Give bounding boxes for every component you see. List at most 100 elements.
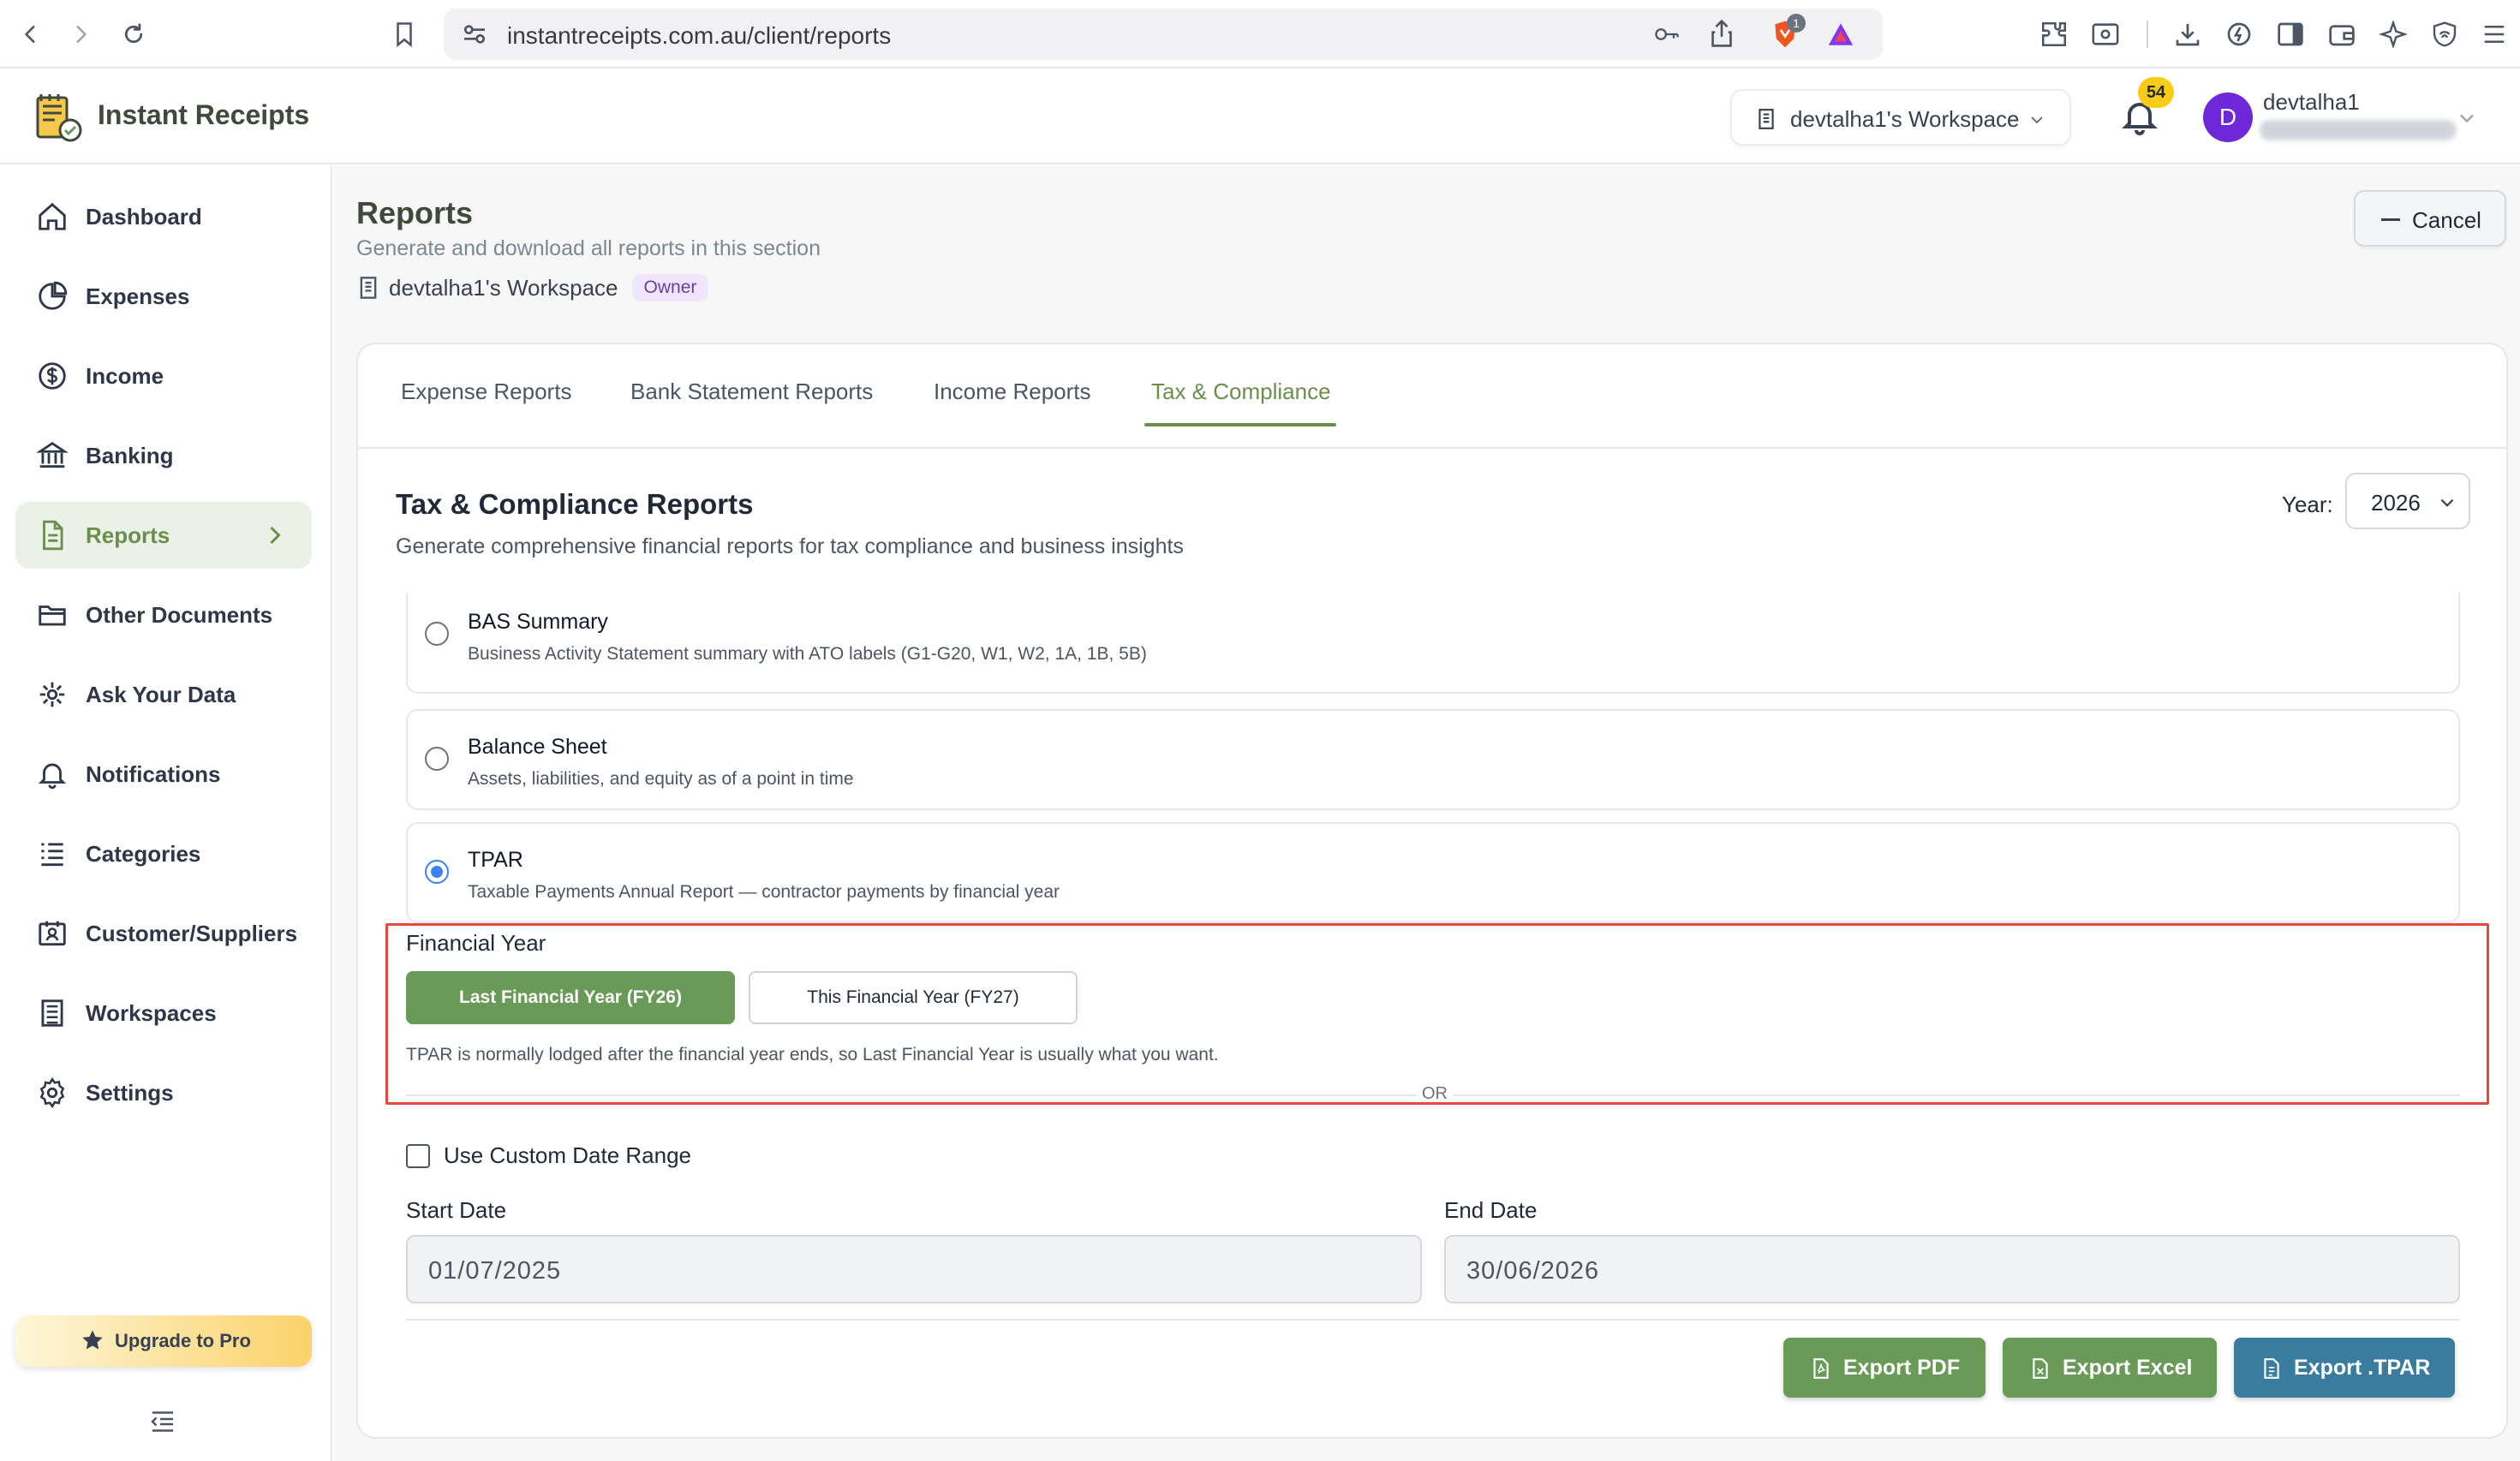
pie-chart-icon bbox=[39, 281, 68, 310]
rewards-triangle-icon[interactable] bbox=[1826, 21, 1855, 48]
url-text[interactable]: instantreceipts.com.au/client/reports bbox=[507, 22, 891, 50]
chevron-down-icon bbox=[2440, 498, 2454, 507]
option-title: TPAR bbox=[468, 848, 523, 872]
start-date-input[interactable]: 01/07/2025 bbox=[406, 1235, 1422, 1303]
option-title: Balance Sheet bbox=[468, 735, 607, 759]
option-description: Taxable Payments Annual Report — contrac… bbox=[468, 882, 1060, 902]
browser-toolbar: instantreceipts.com.au/client/reports 1 bbox=[0, 0, 2520, 69]
bank-icon bbox=[36, 442, 69, 468]
document-icon bbox=[43, 520, 63, 551]
sidebar-item-expenses[interactable]: Expenses bbox=[15, 263, 312, 330]
avatar[interactable]: D bbox=[2203, 92, 2253, 142]
vpn-icon[interactable] bbox=[2426, 15, 2463, 53]
page-title: Reports bbox=[356, 195, 474, 230]
radio-balance-sheet[interactable] bbox=[425, 747, 449, 771]
sidebar-toggle-icon[interactable] bbox=[2272, 15, 2309, 53]
end-date-value: 30/06/2026 bbox=[1466, 1257, 1600, 1285]
menu-icon[interactable] bbox=[2475, 15, 2513, 53]
brand-name[interactable]: Instant Receipts bbox=[98, 99, 309, 131]
user-menu-chevron-icon[interactable] bbox=[2457, 108, 2477, 128]
back-icon[interactable] bbox=[12, 15, 50, 53]
sidebar-item-customer-suppliers[interactable]: Customer/Suppliers bbox=[15, 900, 312, 967]
main-content: Reports Generate and download all report… bbox=[334, 166, 2520, 1461]
workspace-info: devtalha1's Workspace Owner bbox=[356, 272, 709, 303]
app-header: Instant Receipts devtalha1's Workspace 5… bbox=[0, 70, 2520, 164]
download-icon[interactable] bbox=[2169, 15, 2206, 53]
year-value: 2026 bbox=[2371, 490, 2421, 516]
sidebar-item-settings[interactable]: Settings bbox=[15, 1059, 312, 1126]
key-icon[interactable] bbox=[1653, 22, 1681, 46]
export-pdf-button[interactable]: Export PDF bbox=[1783, 1338, 1986, 1398]
workspace-selector[interactable]: devtalha1's Workspace bbox=[1730, 89, 2071, 146]
highlight-annotation-box bbox=[385, 923, 2489, 1105]
brave-badge: 1 bbox=[1787, 14, 1806, 33]
notification-count-badge: 54 bbox=[2138, 77, 2174, 108]
gear-icon bbox=[39, 1076, 65, 1109]
sidebar-item-label: Income bbox=[86, 363, 164, 389]
upgrade-label: Upgrade to Pro bbox=[115, 1330, 251, 1351]
sidebar-item-ask-your-data[interactable]: Ask Your Data bbox=[15, 661, 312, 728]
building-icon bbox=[1759, 109, 1774, 129]
cancel-label: Cancel bbox=[2412, 207, 2481, 233]
export-excel-label: Export Excel bbox=[2063, 1356, 2193, 1380]
upgrade-to-pro-button[interactable]: Upgrade to Pro bbox=[15, 1315, 312, 1367]
sidebar-item-categories[interactable]: Categories bbox=[15, 820, 312, 887]
export-excel-button[interactable]: Export Excel bbox=[2003, 1338, 2217, 1398]
dollar-circle-icon bbox=[39, 362, 66, 390]
radio-bas-summary[interactable] bbox=[425, 622, 449, 646]
leo-ai-icon[interactable] bbox=[2374, 15, 2412, 53]
redacted-email bbox=[2260, 120, 2457, 140]
export-tpar-button[interactable]: Export .TPAR bbox=[2234, 1338, 2455, 1398]
site-settings-icon[interactable] bbox=[461, 21, 488, 48]
sidebar-item-banking[interactable]: Banking bbox=[15, 422, 312, 489]
home-icon bbox=[39, 202, 66, 230]
bookmark-icon[interactable] bbox=[385, 15, 423, 53]
sidebar-item-notifications[interactable]: Notifications bbox=[15, 741, 312, 808]
option-description: Assets, liabilities, and equity as of a … bbox=[468, 769, 854, 789]
instant-receipts-logo-icon[interactable] bbox=[33, 91, 86, 144]
collapse-sidebar-icon[interactable] bbox=[147, 1406, 178, 1437]
forward-icon[interactable] bbox=[62, 15, 99, 53]
sidebar-item-income[interactable]: Income bbox=[15, 343, 312, 409]
tab-tax-compliance[interactable]: Tax & Compliance bbox=[1151, 379, 1331, 405]
sidebar-item-label: Customer/Suppliers bbox=[86, 921, 298, 946]
report-option-bas-summary[interactable]: BAS Summary Business Activity Statement … bbox=[406, 593, 2460, 694]
file-pdf-icon bbox=[1813, 1358, 1829, 1379]
sidebar-item-label: Workspaces bbox=[86, 1000, 217, 1026]
end-date-input[interactable]: 30/06/2026 bbox=[1444, 1235, 2460, 1303]
contacts-icon bbox=[39, 921, 66, 946]
sidebar-item-reports[interactable]: Reports bbox=[15, 502, 312, 569]
toolbar-divider bbox=[2147, 21, 2148, 48]
minus-icon bbox=[2381, 218, 2400, 221]
folder-icon bbox=[39, 605, 66, 626]
radio-tpar[interactable] bbox=[425, 860, 449, 884]
sidebar-item-label: Notifications bbox=[86, 761, 221, 787]
wallet-icon[interactable] bbox=[2323, 15, 2361, 53]
sidebar-item-workspaces[interactable]: Workspaces bbox=[15, 980, 312, 1047]
building-icon bbox=[41, 999, 63, 1027]
address-bar[interactable]: instantreceipts.com.au/client/reports 1 bbox=[444, 9, 1883, 60]
reload-icon[interactable] bbox=[115, 15, 152, 53]
tab-income-reports[interactable]: Income Reports bbox=[934, 379, 1091, 405]
username[interactable]: devtalha1 bbox=[2263, 89, 2360, 116]
custom-date-range-checkbox[interactable] bbox=[406, 1144, 430, 1168]
section-title: Tax & Compliance Reports bbox=[396, 488, 754, 520]
bell-icon bbox=[38, 763, 67, 790]
sidebar-item-other-documents[interactable]: Other Documents bbox=[15, 581, 312, 648]
sidebar-item-label: Dashboard bbox=[86, 204, 202, 230]
tab-expense-reports[interactable]: Expense Reports bbox=[401, 379, 571, 405]
speedreader-icon[interactable] bbox=[2220, 15, 2258, 53]
share-icon[interactable] bbox=[1710, 19, 1734, 48]
sidebar-item-label: Reports bbox=[86, 522, 170, 548]
extensions-icon[interactable] bbox=[2035, 15, 2073, 53]
custom-date-range-label[interactable]: Use Custom Date Range bbox=[444, 1142, 691, 1169]
sidebar-item-dashboard[interactable]: Dashboard bbox=[15, 183, 312, 250]
cancel-button[interactable]: Cancel bbox=[2354, 190, 2506, 247]
year-select[interactable]: 2026 bbox=[2345, 473, 2470, 529]
report-option-tpar[interactable]: TPAR Taxable Payments Annual Report — co… bbox=[406, 822, 2460, 923]
start-date-value: 01/07/2025 bbox=[428, 1257, 562, 1285]
tab-bank-statement-reports[interactable]: Bank Statement Reports bbox=[630, 379, 873, 405]
report-option-balance-sheet[interactable]: Balance Sheet Assets, liabilities, and e… bbox=[406, 709, 2460, 810]
reader-mode-icon[interactable] bbox=[2087, 15, 2124, 53]
list-icon bbox=[41, 843, 63, 867]
